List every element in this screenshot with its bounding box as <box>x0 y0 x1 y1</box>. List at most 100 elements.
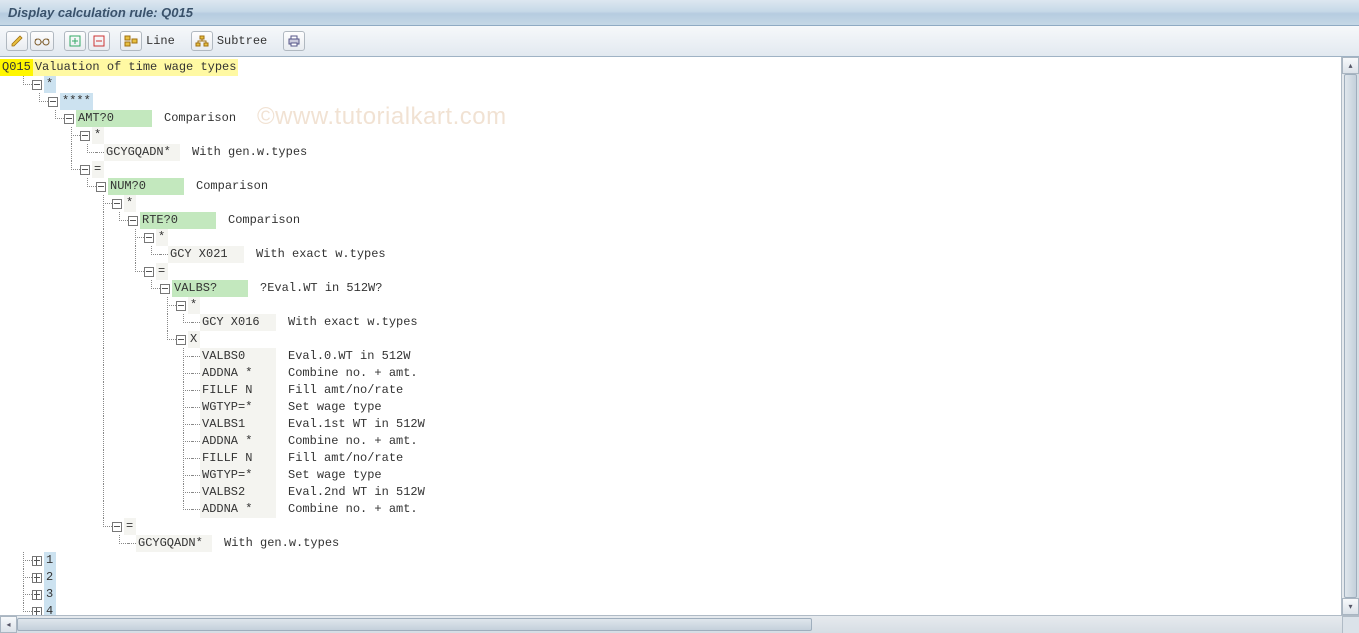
tree-node-code[interactable]: WGTYP=* <box>200 467 276 484</box>
tree-row[interactable]: FILLF N Fill amt/no/rate <box>0 382 1341 399</box>
tree-row[interactable]: GCYGQADN* With gen.w.types <box>0 535 1341 552</box>
tree-row[interactable]: X <box>0 331 1341 348</box>
tree-node-code[interactable]: = <box>124 518 136 535</box>
tree-node-code[interactable]: RTE?0 <box>140 212 216 229</box>
scroll-up-button[interactable]: ▴ <box>1342 57 1359 74</box>
edit-pencil-button[interactable] <box>6 31 28 51</box>
tree-node-code[interactable]: VALBS? <box>172 280 248 297</box>
expand-node-icon[interactable] <box>32 607 42 616</box>
tree-row[interactable]: VALBS2 Eval.2nd WT in 512W <box>0 484 1341 501</box>
tree-node-code[interactable]: GCY X021 <box>168 246 244 263</box>
subtree-button[interactable] <box>191 31 213 51</box>
tree-node-code[interactable]: VALBS1 <box>200 416 276 433</box>
tree-node-code[interactable]: AMT?0 <box>76 110 152 127</box>
collapse-node-icon[interactable] <box>32 80 42 90</box>
line-button[interactable] <box>120 31 142 51</box>
collapse-node-icon[interactable] <box>112 199 122 209</box>
tree-row[interactable]: * <box>0 76 1341 93</box>
vertical-scrollbar[interactable]: ▴ ▾ <box>1341 57 1359 615</box>
tree-row[interactable]: = <box>0 518 1341 535</box>
tree-row[interactable]: = <box>0 161 1341 178</box>
tree-node-code[interactable]: * <box>92 127 104 144</box>
tree-node-code[interactable]: GCYGQADN* <box>136 535 212 552</box>
tree-row[interactable]: 2 <box>0 569 1341 586</box>
tree-node-code[interactable]: 1 <box>44 552 56 569</box>
collapse-node-icon[interactable] <box>160 284 170 294</box>
tree-row[interactable]: VALBS0 Eval.0.WT in 512W <box>0 348 1341 365</box>
collapse-node-icon[interactable] <box>144 267 154 277</box>
collapse-node-icon[interactable] <box>176 335 186 345</box>
tree-row[interactable]: * <box>0 195 1341 212</box>
tree-node-code[interactable]: = <box>156 263 168 280</box>
tree-row[interactable]: ADDNA * Combine no. + amt. <box>0 501 1341 518</box>
tree-row[interactable]: RTE?0 Comparison <box>0 212 1341 229</box>
glasses-button[interactable] <box>30 31 54 51</box>
tree-row[interactable]: GCY X016 With exact w.types <box>0 314 1341 331</box>
tree-root-row[interactable]: Q015 Valuation of time wage types <box>0 59 1341 76</box>
expand-node-icon[interactable] <box>32 573 42 583</box>
expand-button[interactable] <box>64 31 86 51</box>
tree-node-code[interactable]: X <box>188 331 200 348</box>
tree-node-code[interactable]: **** <box>60 93 93 110</box>
tree-node-code[interactable]: * <box>188 297 200 314</box>
tree-node-code[interactable]: FILLF N <box>200 382 276 399</box>
collapse-node-icon[interactable] <box>80 165 90 175</box>
tree-row[interactable]: ADDNA * Combine no. + amt. <box>0 433 1341 450</box>
scroll-track[interactable] <box>1342 74 1359 598</box>
tree-row[interactable]: 3 <box>0 586 1341 603</box>
expand-node-icon[interactable] <box>32 556 42 566</box>
tree-node-code[interactable]: 2 <box>44 569 56 586</box>
tree-node-code[interactable]: WGTYP=* <box>200 399 276 416</box>
tree-node-code[interactable]: = <box>92 161 104 178</box>
tree-row[interactable]: WGTYP=* Set wage type <box>0 467 1341 484</box>
collapse-node-icon[interactable] <box>96 182 106 192</box>
tree-row[interactable]: WGTYP=* Set wage type <box>0 399 1341 416</box>
print-button[interactable] <box>283 31 305 51</box>
collapse-node-icon[interactable] <box>48 97 58 107</box>
tree-node-code[interactable]: GCYGQADN* <box>104 144 180 161</box>
tree-row[interactable]: GCY X021 With exact w.types <box>0 246 1341 263</box>
tree-node-code[interactable]: GCY X016 <box>200 314 276 331</box>
tree-row[interactable]: AMT?0 Comparison <box>0 110 1341 127</box>
scroll-track[interactable] <box>17 616 1342 633</box>
tree-node-code[interactable]: VALBS2 <box>200 484 276 501</box>
collapse-node-icon[interactable] <box>176 301 186 311</box>
tree-row[interactable]: = <box>0 263 1341 280</box>
tree-row[interactable]: * <box>0 229 1341 246</box>
tree-node-code[interactable]: VALBS0 <box>200 348 276 365</box>
tree-node-code[interactable]: 3 <box>44 586 56 603</box>
tree-row[interactable]: ADDNA * Combine no. + amt. <box>0 365 1341 382</box>
horizontal-scrollbar[interactable]: ◂ ▸ <box>0 615 1359 633</box>
collapse-node-icon[interactable] <box>144 233 154 243</box>
tree-row[interactable]: NUM?0 Comparison <box>0 178 1341 195</box>
tree-row[interactable]: VALBS1 Eval.1st WT in 512W <box>0 416 1341 433</box>
scroll-left-button[interactable]: ◂ <box>0 616 17 633</box>
collapse-node-icon[interactable] <box>128 216 138 226</box>
expand-node-icon[interactable] <box>32 590 42 600</box>
tree-node-code[interactable]: 4 <box>44 603 56 615</box>
scroll-thumb[interactable] <box>17 618 812 631</box>
tree-node-code[interactable]: * <box>124 195 136 212</box>
tree-row[interactable]: * <box>0 297 1341 314</box>
rule-id[interactable]: Q015 <box>0 59 33 76</box>
scroll-down-button[interactable]: ▾ <box>1342 598 1359 615</box>
scroll-thumb[interactable] <box>1344 74 1357 598</box>
tree-row[interactable]: 4 <box>0 603 1341 615</box>
tree-node-code[interactable]: ADDNA * <box>200 365 276 382</box>
tree-row[interactable]: **** <box>0 93 1341 110</box>
tree-node-code[interactable]: ADDNA * <box>200 501 276 518</box>
tree-node-code[interactable]: ADDNA * <box>200 433 276 450</box>
tree-row[interactable]: VALBS? ?Eval.WT in 512W? <box>0 280 1341 297</box>
tree-row[interactable]: GCYGQADN* With gen.w.types <box>0 144 1341 161</box>
tree-node-code[interactable]: * <box>44 76 56 93</box>
collapse-node-icon[interactable] <box>80 131 90 141</box>
tree-row[interactable]: 1 <box>0 552 1341 569</box>
tree-node-code[interactable]: NUM?0 <box>108 178 184 195</box>
collapse-button[interactable] <box>88 31 110 51</box>
tree-row[interactable]: FILLF N Fill amt/no/rate <box>0 450 1341 467</box>
tree-node-code[interactable]: FILLF N <box>200 450 276 467</box>
collapse-node-icon[interactable] <box>64 114 74 124</box>
collapse-node-icon[interactable] <box>112 522 122 532</box>
tree-row[interactable]: * <box>0 127 1341 144</box>
tree-node-code[interactable]: * <box>156 229 168 246</box>
